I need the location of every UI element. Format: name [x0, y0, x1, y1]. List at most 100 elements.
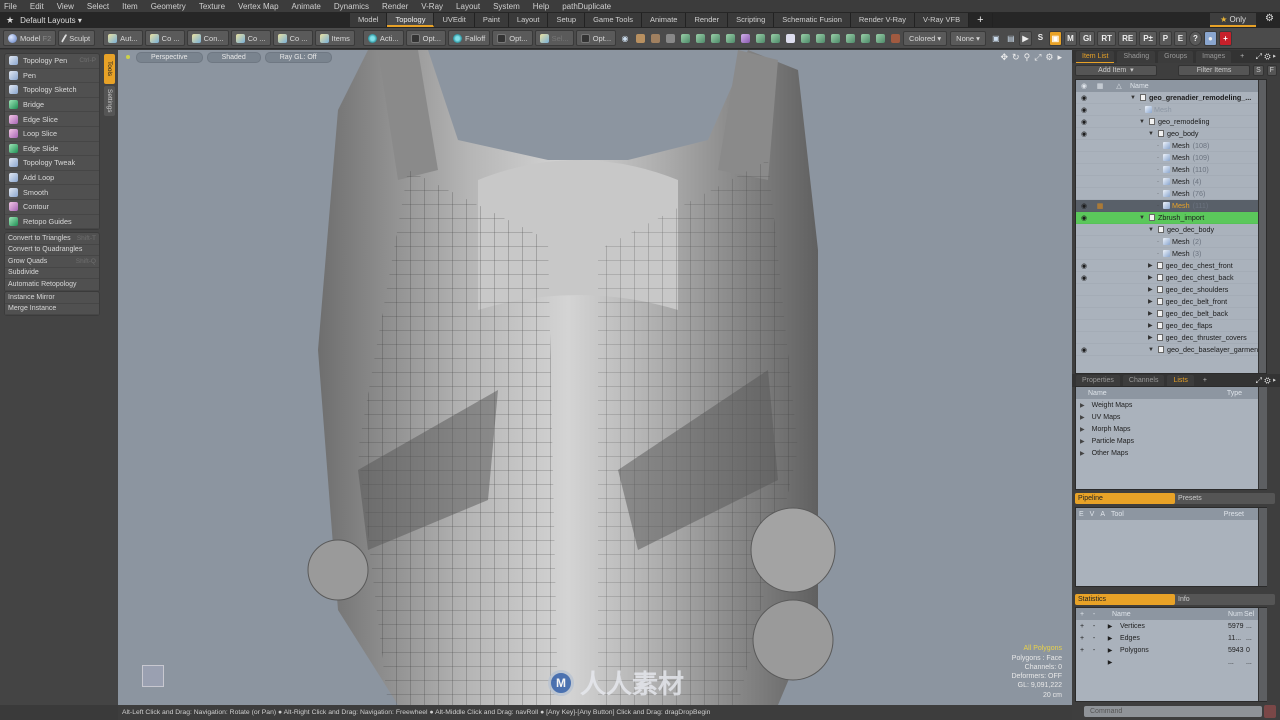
item-list-row[interactable]: ▶ geo_dec_thruster_covers: [1076, 332, 1266, 344]
tool-loop-slice[interactable]: Loop Slice: [5, 127, 99, 142]
workplane-icon[interactable]: [633, 30, 647, 46]
stats-remove-icon[interactable]: -: [1088, 623, 1100, 630]
item-list-row[interactable]: ◉ ▼ Zbrush_import: [1076, 212, 1266, 224]
shading-dropdown[interactable]: Colored ▾: [903, 30, 948, 46]
viewport-gear-icon[interactable]: ⚙: [1045, 52, 1053, 63]
selection-mode-button[interactable]: Aut...: [103, 30, 143, 46]
menu-layout[interactable]: Layout: [456, 2, 480, 11]
panel-controls-icon[interactable]: ⤢ ⚙ ▸: [1256, 376, 1276, 386]
command-merge-instance[interactable]: Merge Instance: [5, 304, 99, 315]
stats-scrollbar[interactable]: [1258, 608, 1267, 701]
raygl-button[interactable]: Ray GL: Off: [264, 51, 332, 63]
tab-v-ray-vfb[interactable]: V-Ray VFB: [914, 13, 970, 27]
shaded-button[interactable]: Shaded: [206, 51, 261, 63]
menu-system[interactable]: System: [493, 2, 520, 11]
menu-v-ray[interactable]: V-Ray: [421, 2, 443, 11]
move-view-icon[interactable]: ✥: [1001, 52, 1009, 63]
list-item-morph-maps[interactable]: ▶ Morph Maps: [1076, 423, 1266, 435]
visibility-eye-icon[interactable]: ◉: [1076, 94, 1092, 102]
tool-topology-pen[interactable]: Topology Pen Ctrl-P: [5, 54, 99, 69]
tab-presets[interactable]: Presets: [1175, 493, 1202, 504]
topology-tool-icon-10[interactable]: [813, 30, 827, 46]
expand-right-icon[interactable]: ·: [1157, 251, 1159, 257]
command-instance-mirror[interactable]: Instance Mirror: [5, 292, 99, 304]
selection-mode-button[interactable]: Items: [314, 30, 355, 46]
f-filter-button[interactable]: F: [1266, 64, 1277, 76]
expand-right-icon[interactable]: ·: [1157, 143, 1159, 149]
help-button[interactable]: ?: [1188, 30, 1202, 46]
tool-topology-tweak[interactable]: Topology Tweak: [5, 156, 99, 171]
expand-right-icon[interactable]: ▶: [1148, 322, 1153, 329]
render-window-icon[interactable]: ▤: [1004, 30, 1018, 46]
topology-tool-icon-2[interactable]: [693, 30, 707, 46]
expand-arrow-icon[interactable]: ▸: [1057, 52, 1062, 63]
item-list-row[interactable]: ◉ ▼ geo_body: [1076, 128, 1266, 140]
visibility-eye-icon[interactable]: ◉: [1076, 130, 1092, 138]
falloff-options-button[interactable]: Opt...: [492, 30, 533, 46]
play-icon[interactable]: ▶: [1018, 30, 1032, 46]
list-item-uv-maps[interactable]: ▶ UV Maps: [1076, 411, 1266, 423]
item-list-row[interactable]: ▶ geo_dec_shoulders: [1076, 284, 1266, 296]
tool-bridge[interactable]: Bridge: [5, 98, 99, 113]
tab-groups[interactable]: Groups: [1158, 50, 1194, 63]
expand-right-icon[interactable]: ▶: [1100, 659, 1120, 666]
item-list-row[interactable]: · Mesh (3): [1076, 248, 1266, 260]
item-list-row[interactable]: ◉ ▶ geo_dec_chest_back: [1076, 272, 1266, 284]
tab-game-tools[interactable]: Game Tools: [585, 13, 642, 27]
command-history-icon[interactable]: [1264, 705, 1276, 718]
item-list-row[interactable]: · Mesh (108): [1076, 140, 1266, 152]
stats-add-icon[interactable]: +: [1076, 647, 1088, 654]
expand-right-icon[interactable]: ▶: [1080, 438, 1085, 445]
lock-icon[interactable]: ▦: [1092, 202, 1108, 210]
only-button[interactable]: ★ Only: [1210, 13, 1256, 27]
tab-render[interactable]: Render: [686, 13, 729, 27]
item-list-row[interactable]: · Mesh (2): [1076, 236, 1266, 248]
stats-add-icon[interactable]: +: [1076, 635, 1088, 642]
tab-properties[interactable]: Properties: [1076, 374, 1120, 387]
action-options-button[interactable]: Opt...: [405, 30, 446, 46]
tab-scripting[interactable]: Scripting: [728, 13, 775, 27]
visibility-eye-icon[interactable]: ◉: [1076, 346, 1092, 354]
command-input[interactable]: Command: [1084, 706, 1262, 717]
visibility-eye-icon[interactable]: ◉: [1076, 118, 1092, 126]
symmetry-options-button[interactable]: Opt...: [575, 30, 617, 46]
expand-right-icon[interactable]: ·: [1157, 203, 1159, 209]
tab-paint[interactable]: Paint: [474, 13, 509, 27]
expand-down-icon[interactable]: ▼: [1130, 95, 1136, 101]
gear-icon[interactable]: ⚙: [1265, 13, 1274, 24]
tab-setup[interactable]: Setup: [548, 13, 586, 27]
topology-tool-icon-12[interactable]: [843, 30, 857, 46]
rotate-view-icon[interactable]: ↻: [1012, 52, 1020, 63]
tab-layout[interactable]: Layout: [508, 13, 549, 27]
command-grow-quads[interactable]: Grow Quads Shift-Q: [5, 256, 99, 268]
lists-scrollbar[interactable]: [1258, 387, 1267, 489]
panel-controls-icon[interactable]: ⤢ ⚙ ▸: [1256, 52, 1276, 62]
snapping-icon[interactable]: ◉: [618, 30, 632, 46]
menu-vertex-map[interactable]: Vertex Map: [238, 2, 278, 11]
expand-right-icon[interactable]: ▶: [1148, 274, 1153, 281]
expand-down-icon[interactable]: ▼: [1148, 227, 1154, 233]
list-item-other-maps[interactable]: ▶ Other Maps: [1076, 447, 1266, 459]
menu-item[interactable]: Item: [122, 2, 138, 11]
tab-schematic-fusion[interactable]: Schematic Fusion: [774, 13, 851, 27]
topology-tool-icon-3[interactable]: [708, 30, 722, 46]
expand-right-icon[interactable]: ▶: [1100, 647, 1120, 654]
expand-right-icon[interactable]: ·: [1157, 167, 1159, 173]
visibility-eye-icon[interactable]: ◉: [1076, 202, 1092, 210]
expand-right-icon[interactable]: ▶: [1148, 298, 1153, 305]
3d-viewport[interactable]: Perspective Shaded Ray GL: Off ✥ ↻ ⚲ ⤢ ⚙…: [118, 50, 1072, 705]
selection-mode-button[interactable]: Co ...: [144, 30, 185, 46]
gi-button[interactable]: GI: [1078, 30, 1096, 46]
tab-info[interactable]: Info: [1175, 594, 1190, 605]
m-button[interactable]: M: [1063, 30, 1077, 46]
menu-edit[interactable]: Edit: [30, 2, 44, 11]
pin-icon[interactable]: [648, 30, 662, 46]
tab-pipeline[interactable]: Pipeline: [1075, 493, 1175, 504]
selection-mode-button[interactable]: Co ...: [230, 30, 271, 46]
s-filter-button[interactable]: S: [1253, 64, 1264, 76]
zoom-view-icon[interactable]: ⚲: [1024, 52, 1031, 63]
e-button[interactable]: E: [1173, 30, 1187, 46]
expand-right-icon[interactable]: ·: [1157, 191, 1159, 197]
command-automatic-retopology[interactable]: Automatic Retopology: [5, 279, 99, 291]
maximize-icon[interactable]: ⤢: [1034, 52, 1041, 63]
